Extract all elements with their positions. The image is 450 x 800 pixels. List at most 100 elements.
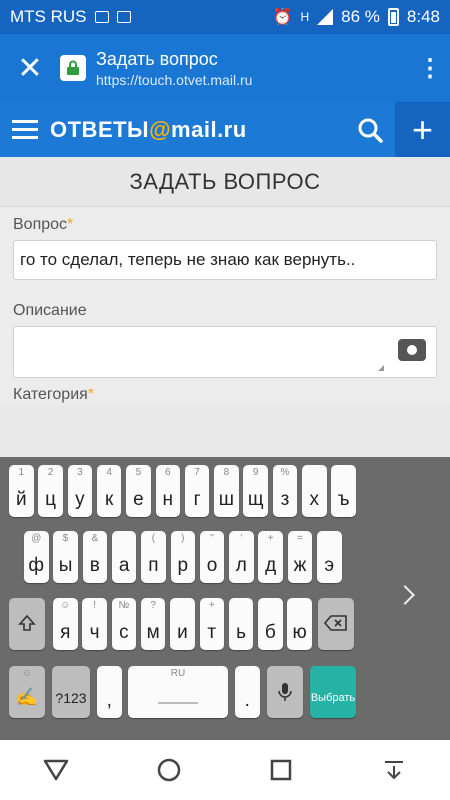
logo-at: @ bbox=[149, 116, 172, 142]
clock: 8:48 bbox=[406, 7, 440, 26]
site-header: ОТВЕТЫ@mail.ru + bbox=[0, 102, 450, 157]
logo-prefix: ОТВЕТЫ bbox=[50, 116, 150, 142]
overflow-menu-icon[interactable]: ⋮ bbox=[410, 54, 450, 83]
question-input[interactable]: го то сделал, теперь не знаю как вернуть… bbox=[13, 240, 437, 280]
key-label: ы bbox=[58, 555, 73, 576]
key-secondary-label: 6 bbox=[164, 467, 171, 478]
backspace-key[interactable] bbox=[318, 598, 354, 650]
microphone-key[interactable] bbox=[267, 666, 303, 718]
key-ц[interactable]: 2ц bbox=[38, 465, 63, 517]
key-label: ц bbox=[45, 489, 56, 510]
key-й[interactable]: 1й bbox=[9, 465, 34, 517]
key-о[interactable]: " о bbox=[199, 531, 225, 583]
key-с[interactable]: № с bbox=[111, 598, 137, 650]
onscreen-keyboard: 1 й 2 ц 3 у 4 к 5 е 6 н 7 г 8 ш 9 щ% з х ъ @ ф $ ы & в а(п) р " о ' л + д =… bbox=[0, 457, 450, 740]
select-action-button[interactable]: Выбрать bbox=[310, 666, 356, 718]
bag-icon bbox=[116, 11, 131, 23]
logo-suffix: mail.ru bbox=[171, 116, 247, 142]
home-icon[interactable] bbox=[149, 750, 189, 790]
backspace-icon bbox=[324, 615, 347, 631]
key-label: э bbox=[324, 555, 335, 576]
key-ч[interactable]: ! ч bbox=[82, 598, 107, 650]
key-secondary-label: № bbox=[118, 600, 130, 611]
page-title: ЗАДАТЬ ВОПРОС bbox=[0, 157, 450, 207]
comma-key[interactable]: , bbox=[97, 666, 122, 718]
key-secondary-label: 2 bbox=[47, 467, 54, 478]
signal-icon bbox=[317, 9, 334, 25]
key-я[interactable]: ☺ я bbox=[53, 598, 78, 650]
key-х[interactable]: х bbox=[302, 465, 327, 517]
key-г[interactable]: 7г bbox=[184, 465, 210, 517]
key-label: ь bbox=[236, 622, 246, 643]
key-label: с bbox=[119, 622, 129, 643]
key-в[interactable]: & в bbox=[82, 531, 108, 583]
key-ф[interactable]: @ ф bbox=[24, 531, 49, 583]
symbols-key[interactable]: ?123 bbox=[52, 666, 90, 718]
key-label: з bbox=[280, 489, 290, 510]
site-logo[interactable]: ОТВЕТЫ@mail.ru bbox=[50, 117, 247, 143]
question-form: Вопрос* го то сделал, теперь не знаю как… bbox=[0, 207, 450, 405]
keyboard-icon bbox=[94, 11, 109, 23]
swipe-input-icon: ✍ bbox=[15, 687, 39, 707]
key-ы[interactable]: $ ы bbox=[53, 531, 78, 583]
key-л[interactable]: ' л bbox=[229, 531, 254, 583]
shift-key[interactable] bbox=[9, 598, 45, 650]
key-label: х bbox=[309, 489, 320, 510]
hamburger-menu-icon[interactable] bbox=[0, 120, 50, 139]
camera-icon[interactable] bbox=[398, 339, 426, 361]
key-secondary-label: " bbox=[210, 533, 214, 544]
key-б[interactable]: б bbox=[258, 598, 283, 650]
back-icon[interactable] bbox=[36, 750, 76, 790]
key-у[interactable]: 3у bbox=[67, 465, 93, 517]
key-secondary-label: ) bbox=[181, 533, 185, 544]
key-secondary-label: $ bbox=[62, 533, 69, 544]
key-secondary-label: ? bbox=[150, 600, 156, 611]
key-и[interactable]: и bbox=[170, 598, 195, 650]
lock-icon[interactable] bbox=[60, 55, 86, 81]
key-label: ю bbox=[292, 622, 307, 643]
key-ъ[interactable]: ъ bbox=[331, 465, 356, 517]
key-label: б bbox=[264, 622, 276, 643]
key-е[interactable]: 5е bbox=[126, 465, 151, 517]
key-secondary-label: 8 bbox=[223, 467, 230, 478]
period-key[interactable]: . bbox=[235, 666, 260, 718]
key-щ[interactable]: 9щ bbox=[243, 465, 268, 517]
microphone-icon bbox=[278, 683, 292, 701]
key-к[interactable]: 4к bbox=[96, 465, 122, 517]
key-label: л bbox=[235, 555, 247, 576]
space-key[interactable]: RU bbox=[128, 666, 228, 718]
key-label: ж bbox=[293, 555, 307, 576]
key-м[interactable]: ? м bbox=[140, 598, 166, 650]
add-question-button[interactable]: + bbox=[395, 102, 450, 157]
description-field[interactable] bbox=[13, 326, 437, 378]
close-tab-button[interactable]: ✕ bbox=[0, 51, 60, 86]
key-а[interactable]: а bbox=[111, 531, 137, 583]
key-label: ш bbox=[218, 489, 234, 510]
key-secondary-label: ( bbox=[151, 533, 156, 544]
key-р[interactable]: ) р bbox=[170, 531, 195, 583]
key-label: . bbox=[244, 690, 250, 711]
key-п[interactable]: (п bbox=[141, 531, 166, 583]
swipe-key[interactable]: ☺ ✍ bbox=[9, 666, 45, 718]
network-type: H bbox=[300, 10, 310, 24]
resize-grip-icon[interactable] bbox=[378, 365, 384, 371]
key-ж[interactable]: = ж bbox=[287, 531, 313, 583]
key-э[interactable]: э bbox=[317, 531, 342, 583]
key-ь[interactable]: ь bbox=[228, 598, 254, 650]
search-icon[interactable] bbox=[345, 102, 395, 157]
key-label: м bbox=[146, 622, 160, 643]
key-secondary-label: 5 bbox=[135, 467, 142, 478]
key-ш[interactable]: 8ш bbox=[214, 465, 239, 517]
key-д[interactable]: + д bbox=[258, 531, 283, 583]
recents-icon[interactable] bbox=[261, 750, 301, 790]
key-secondary-label: RU bbox=[170, 668, 186, 679]
carrier-name: MTS RUS bbox=[10, 7, 87, 26]
key-label: а bbox=[118, 555, 130, 576]
key-з[interactable]: % з bbox=[272, 465, 298, 517]
key-н[interactable]: 6н bbox=[155, 465, 180, 517]
key-label: в bbox=[89, 555, 100, 576]
hide-keyboard-icon[interactable] bbox=[374, 750, 414, 790]
key-т[interactable]: + т bbox=[199, 598, 224, 650]
key-ю[interactable]: ю bbox=[287, 598, 312, 650]
address-area[interactable]: Задать вопрос https://touch.otvet.mail.r… bbox=[96, 49, 410, 88]
